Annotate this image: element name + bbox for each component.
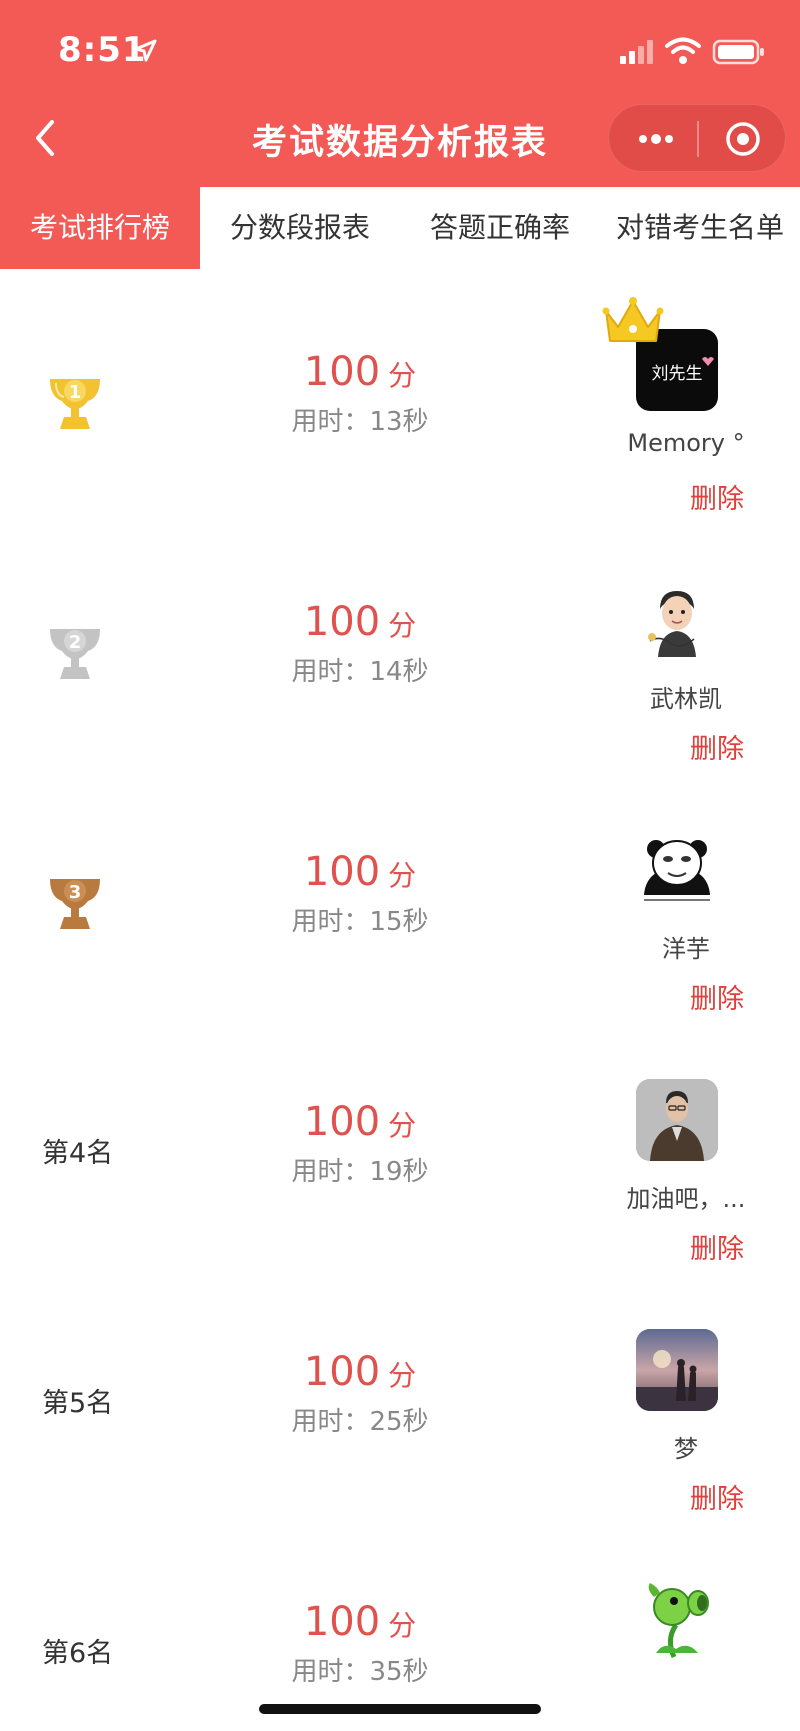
time-used: 用时：25秒 [291, 1407, 429, 1437]
delete-button[interactable]: 删除 [690, 477, 744, 516]
delete-button[interactable]: 删除 [690, 1477, 744, 1516]
tab-exam-ranking[interactable]: 考试排行榜 [0, 187, 200, 269]
mini-program-capsule [608, 104, 786, 172]
ranking-row: 第5名 100 分 用时：25秒 梦 删除 [0, 1269, 800, 1519]
time-used: 用时：14秒 [291, 657, 429, 687]
avatar-photo-man [636, 1079, 718, 1161]
avatar [636, 1329, 718, 1411]
rank-number: 1 [69, 382, 82, 403]
tab-score-range-report[interactable]: 分数段报表 [200, 187, 400, 269]
rank-number: 2 [69, 632, 82, 653]
tab-answer-accuracy[interactable]: 答题正确率 [400, 187, 600, 269]
cellular-signal-icon [620, 40, 653, 64]
delete-button[interactable]: 删除 [690, 727, 744, 766]
silver-trophy-icon: 2 [50, 629, 100, 679]
user-name: 梦 [674, 1435, 698, 1463]
more-dots-icon[interactable] [633, 125, 679, 153]
svg-text:刘先生: 刘先生 [652, 364, 703, 384]
time-used: 用时：13秒 [291, 407, 429, 437]
score-unit: 分 [388, 359, 417, 392]
user-name: Memory ° [627, 429, 745, 457]
ranking-row: 1 100 分 用时：13秒 刘先生 Memory ° 删除 [0, 269, 800, 519]
score-block: 100 分 用时：13秒 [240, 349, 480, 438]
score-value: 100 [303, 1099, 381, 1145]
avatar [636, 829, 718, 911]
user-name: 洋芋 [662, 935, 710, 963]
score-value: 100 [303, 849, 381, 895]
score-unit: 分 [388, 1359, 417, 1392]
score-unit: 分 [388, 1609, 417, 1642]
score-value: 100 [303, 1349, 381, 1395]
ranking-row: 2 100 分 用时：14秒 武林凯 删除 [0, 519, 800, 769]
avatar [636, 1579, 718, 1661]
rank-label: 第5名 [42, 1388, 114, 1419]
avatar-peashooter [648, 1583, 709, 1659]
score-value: 100 [303, 599, 381, 645]
avatar [636, 579, 718, 661]
avatar-panda-meme [644, 840, 710, 901]
ranking-row: 第6名 100 分 用时：35秒 [0, 1519, 800, 1731]
status-bar: 8:51 [0, 0, 800, 100]
score-block: 100 分 用时：25秒 [240, 1349, 480, 1438]
ranking-row: 第4名 100 分 用时：19秒 加油吧，... 删除 [0, 1019, 800, 1269]
score-unit: 分 [388, 859, 417, 892]
score-unit: 分 [388, 1109, 417, 1142]
close-target-icon[interactable] [723, 119, 763, 159]
tab-bar: 考试排行榜 分数段报表 答题正确率 对错考生名单 [0, 187, 800, 269]
score-block: 100 分 用时：15秒 [240, 849, 480, 938]
avatar [636, 1079, 718, 1161]
location-arrow-icon [134, 39, 157, 62]
avatar-cartoon-man [648, 591, 696, 657]
battery-icon [712, 39, 764, 65]
wifi-icon [665, 37, 701, 64]
user-name: 武林凯 [650, 685, 722, 713]
home-indicator [259, 1704, 541, 1714]
rank-label: 第6名 [42, 1638, 114, 1669]
header-bar: 8:51 考试数据分析报表 [0, 0, 800, 187]
delete-button[interactable]: 删除 [690, 977, 744, 1016]
time-used: 用时：35秒 [291, 1657, 429, 1687]
rank-label: 第4名 [42, 1138, 114, 1169]
score-value: 100 [303, 349, 381, 395]
ranking-row: 3 100 分 用时：15秒 洋芋 删除 [0, 769, 800, 1019]
time-used: 用时：15秒 [291, 907, 429, 937]
score-block: 100 分 用时：35秒 [240, 1599, 480, 1688]
tab-right-wrong-list[interactable]: 对错考生名单 [600, 187, 800, 269]
bronze-trophy-icon: 3 [50, 879, 100, 929]
gold-trophy-icon: 1 [50, 379, 100, 429]
delete-button[interactable]: 删除 [690, 1227, 744, 1266]
score-block: 100 分 用时：14秒 [240, 599, 480, 688]
crown-icon [602, 297, 664, 342]
avatar-sunset-photo [636, 1329, 718, 1411]
score-unit: 分 [388, 609, 417, 642]
ranking-list: 1 100 分 用时：13秒 刘先生 Memory ° 删除 2 100 分 用… [0, 269, 800, 1731]
rank-number: 3 [69, 882, 82, 903]
capsule-divider [697, 121, 699, 157]
time-used: 用时：19秒 [291, 1157, 429, 1187]
user-name: 加油吧，... [626, 1185, 746, 1213]
score-block: 100 分 用时：19秒 [240, 1099, 480, 1188]
score-value: 100 [303, 1599, 381, 1645]
